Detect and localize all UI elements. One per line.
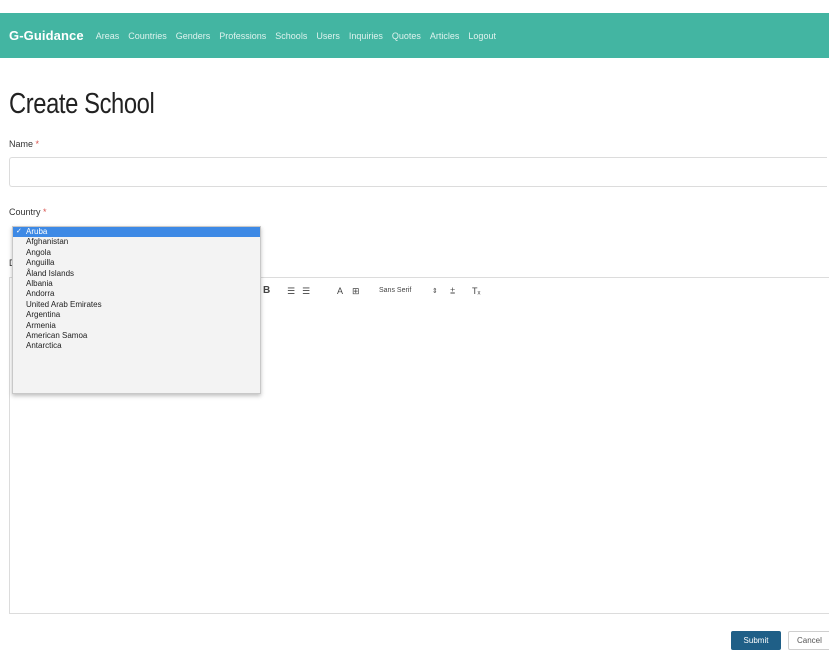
country-dropdown-list[interactable]: ✓ Aruba Afghanistan Angola Anguilla Ålan… (12, 226, 261, 394)
country-option-label: Aruba (26, 227, 48, 236)
nav-link-genders[interactable]: Genders (176, 31, 211, 41)
name-label: Name * (9, 139, 39, 149)
country-option[interactable]: Anguilla (13, 258, 260, 268)
country-option[interactable]: Armenia (13, 321, 260, 331)
country-label: Country * (9, 207, 47, 217)
font-family-picker[interactable]: Sans Serif (379, 287, 411, 294)
country-option[interactable]: United Arab Emirates (13, 300, 260, 310)
country-option[interactable]: Antarctica (13, 341, 260, 351)
top-navbar: G-Guidance Areas Countries Genders Profe… (0, 13, 829, 58)
clear-format-icon[interactable]: Tₓ (472, 286, 480, 296)
bullet-list-icon[interactable]: ☰ (302, 286, 310, 297)
name-input[interactable] (9, 157, 827, 187)
bold-icon[interactable]: B (263, 285, 270, 296)
nav-link-professions[interactable]: Professions (219, 31, 266, 41)
nav-link-inquiries[interactable]: Inquiries (349, 31, 383, 41)
nav-link-countries[interactable]: Countries (128, 31, 167, 41)
brand-link[interactable]: G-Guidance (9, 28, 84, 43)
required-marker: * (35, 139, 40, 149)
nav-link-articles[interactable]: Articles (430, 31, 460, 41)
ordered-list-icon[interactable]: ☰ (287, 286, 295, 297)
country-option[interactable]: Angola (13, 248, 260, 258)
country-option[interactable]: Andorra (13, 289, 260, 299)
country-option[interactable]: Argentina (13, 310, 260, 320)
font-family-arrow-icon: ⇕ (432, 288, 438, 295)
nav-link-users[interactable]: Users (316, 31, 340, 41)
nav-link-quotes[interactable]: Quotes (392, 31, 421, 41)
country-option[interactable]: American Samoa (13, 331, 260, 341)
align-icon[interactable]: ⩲ (450, 286, 455, 297)
required-marker: * (43, 207, 47, 217)
nav-link-schools[interactable]: Schools (275, 31, 307, 41)
page-title: Create School (9, 88, 155, 120)
name-label-text: Name (9, 139, 34, 149)
submit-button[interactable]: Submit (731, 631, 781, 650)
country-label-text: Country (9, 207, 41, 217)
cancel-button[interactable]: Cancel (788, 631, 829, 650)
country-option[interactable]: Åland Islands (13, 269, 260, 279)
country-option[interactable]: Albania (13, 279, 260, 289)
country-option[interactable]: Afghanistan (13, 237, 260, 247)
font-color-icon[interactable]: A (337, 286, 343, 296)
nav-link-areas[interactable]: Areas (96, 31, 120, 41)
background-color-icon[interactable]: ⊞ (352, 286, 360, 297)
country-option-aruba[interactable]: ✓ Aruba (13, 227, 260, 238)
check-icon: ✓ (16, 228, 22, 235)
nav-link-logout[interactable]: Logout (468, 31, 496, 41)
